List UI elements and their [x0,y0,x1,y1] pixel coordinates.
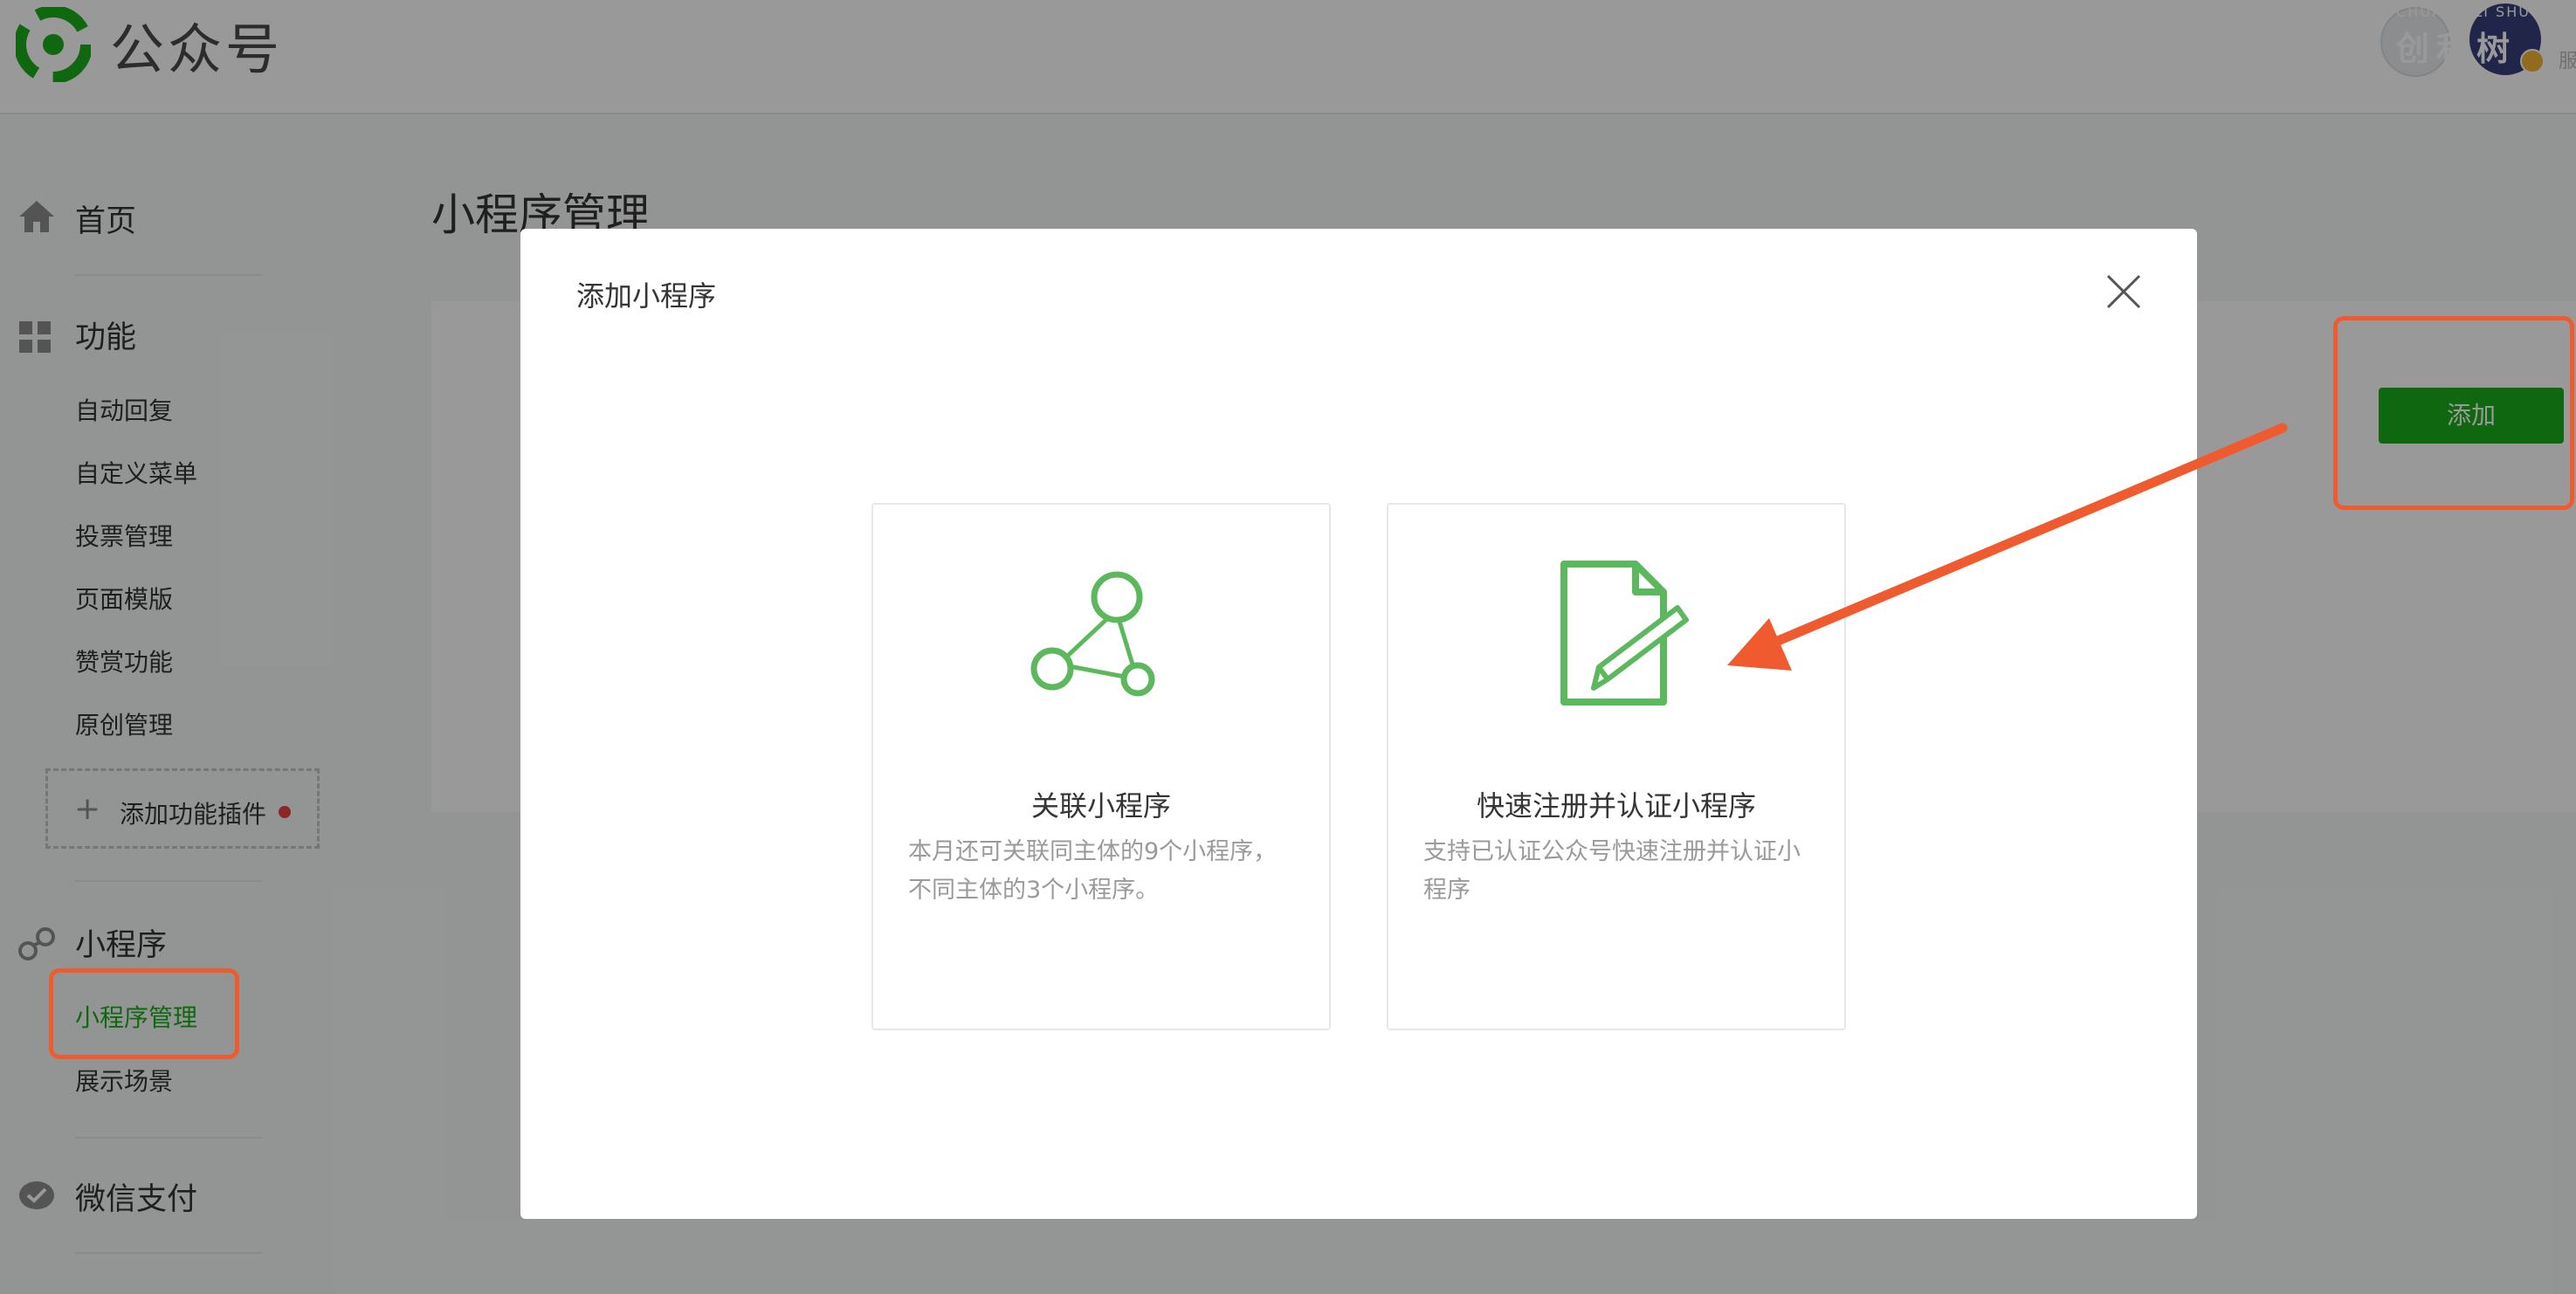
annotation-arrow-icon [1727,423,2288,671]
